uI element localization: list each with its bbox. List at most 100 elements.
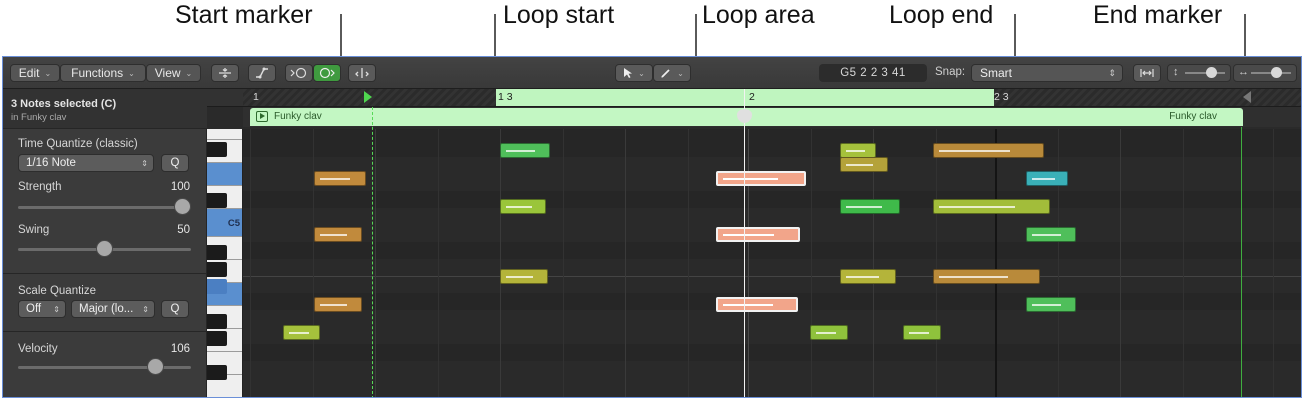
strength-slider-track[interactable]	[18, 206, 191, 209]
loop-end-position: 2 3	[994, 91, 1009, 103]
catch-playhead-button[interactable]	[348, 64, 376, 82]
horizontal-zoom-knob[interactable]	[1271, 67, 1282, 78]
piano-black-key[interactable]	[207, 279, 227, 294]
inspector-divider	[3, 273, 207, 274]
piano-white-key[interactable]	[207, 129, 242, 140]
c5-label: C5	[227, 218, 240, 229]
bar-ruler[interactable]: 1 1 3 2 2 3	[243, 89, 1301, 107]
grid-line	[250, 129, 251, 397]
swing-label: Swing	[18, 224, 50, 236]
grid-line	[438, 129, 439, 397]
vertical-zoom-icon: ↕	[1173, 66, 1179, 78]
vertical-zoom-track	[1185, 72, 1225, 74]
note[interactable]	[903, 325, 941, 340]
end-marker-callout: End marker	[1093, 1, 1223, 29]
midi-out-icon	[319, 67, 335, 79]
pointer-tool-menu[interactable]: ⌄	[615, 64, 653, 82]
fit-width-button[interactable]	[1133, 64, 1161, 82]
up-down-arrows-icon: ⇕	[1108, 67, 1116, 78]
velocity-slider-track[interactable]	[18, 366, 191, 369]
note[interactable]	[840, 269, 896, 284]
toolbar: Edit⌄ Functions⌄ View⌄ ⌄ ⌄ G5 2 2 3 4	[3, 57, 1301, 89]
playhead-catch-icon	[355, 68, 369, 78]
note[interactable]	[314, 171, 366, 186]
piano-key-c5[interactable]: C5	[207, 209, 242, 237]
note[interactable]	[933, 199, 1050, 214]
piano-keyboard[interactable]: C5	[207, 129, 243, 397]
automation-curve-button[interactable]	[248, 64, 276, 82]
grid-line	[748, 129, 749, 397]
edit-menu[interactable]: Edit ⌄	[10, 64, 60, 82]
start-marker[interactable]	[364, 91, 372, 103]
vertical-zoom-knob[interactable]	[1206, 67, 1217, 78]
note[interactable]	[500, 199, 546, 214]
note[interactable]	[933, 269, 1040, 284]
playhead[interactable]	[744, 89, 745, 397]
start-marker-callout: Start marker	[175, 1, 313, 29]
note[interactable]	[810, 325, 848, 340]
piano-black-key[interactable]	[207, 331, 227, 346]
note[interactable]	[1026, 227, 1076, 242]
note[interactable]	[283, 325, 320, 340]
functions-menu[interactable]: Functions ⌄	[60, 64, 146, 82]
collapse-button[interactable]	[211, 64, 239, 82]
edit-menu-label: Edit	[18, 66, 40, 80]
grid-line	[1183, 129, 1184, 397]
note[interactable]	[840, 143, 876, 158]
horizontal-zoom-icon: ↔	[1238, 66, 1249, 78]
piano-black-key[interactable]	[207, 365, 227, 380]
scale-off-select[interactable]: Off ⇕	[18, 300, 66, 318]
swing-slider-knob[interactable]	[96, 240, 113, 257]
note-grid[interactable]	[243, 129, 1301, 397]
note[interactable]	[840, 199, 900, 214]
note[interactable]	[1026, 297, 1076, 312]
piano-black-key[interactable]	[207, 245, 227, 260]
note[interactable]	[500, 269, 548, 284]
pointer-icon	[624, 68, 633, 78]
midi-out-button[interactable]	[313, 64, 341, 82]
time-quantize-value: 1/16 Note	[26, 157, 76, 169]
loop-end-callout: Loop end	[889, 1, 994, 29]
piano-black-key[interactable]	[207, 193, 227, 208]
loop-start-callout: Loop start	[503, 1, 615, 29]
grid-line	[625, 129, 626, 397]
selected-note[interactable]	[716, 227, 800, 242]
note[interactable]	[314, 297, 362, 312]
grid-line	[936, 129, 937, 397]
midi-in-button[interactable]	[285, 64, 313, 82]
region-play-icon	[256, 111, 268, 122]
time-quantize-q-button[interactable]: Q	[161, 154, 189, 172]
velocity-slider-knob[interactable]	[147, 358, 165, 375]
piano-black-key[interactable]	[207, 314, 227, 329]
note[interactable]	[500, 143, 550, 158]
collapse-icon	[219, 68, 231, 78]
fit-width-icon	[1140, 69, 1154, 77]
strength-slider-knob[interactable]	[174, 198, 191, 215]
end-marker[interactable]	[1243, 91, 1251, 103]
up-down-arrows-icon: ⇕	[142, 304, 149, 314]
loop-area[interactable]	[496, 89, 994, 106]
scale-quantize-q-button[interactable]: Q	[161, 300, 189, 318]
note[interactable]	[1026, 171, 1068, 186]
pencil-tool-menu[interactable]: ⌄	[653, 64, 691, 82]
bar-number-1: 1	[253, 91, 259, 103]
piano-white-key[interactable]	[207, 163, 242, 186]
selected-note[interactable]	[716, 171, 806, 186]
piano-black-key[interactable]	[207, 142, 227, 157]
grid-row-c	[243, 276, 1301, 277]
time-quantize-select[interactable]: 1/16 Note ⇕	[18, 154, 154, 172]
scale-type-select[interactable]: Major (lo... ⇕	[71, 300, 155, 318]
view-menu[interactable]: View ⌄	[146, 64, 201, 82]
snap-select[interactable]: Smart ⇕	[971, 64, 1123, 82]
up-down-arrows-icon: ⇕	[141, 158, 148, 168]
note[interactable]	[933, 143, 1044, 158]
region-name-left: Funky clav	[274, 111, 322, 122]
curve-icon	[256, 67, 268, 79]
note[interactable]	[314, 227, 362, 242]
piano-black-key[interactable]	[207, 262, 227, 277]
selected-note[interactable]	[716, 297, 798, 312]
inspector-divider	[3, 331, 207, 332]
region-name-right: Funky clav	[1169, 111, 1217, 122]
grid-line	[688, 129, 689, 397]
note[interactable]	[840, 157, 888, 172]
